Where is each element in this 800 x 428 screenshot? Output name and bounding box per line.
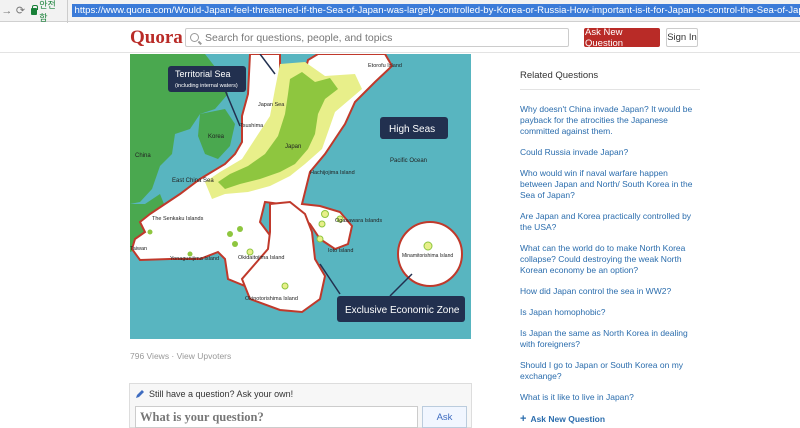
label-okidaitojima: Okidaitojima Island [238, 255, 284, 261]
label-senkaku: The Senkaku Islands [152, 216, 204, 222]
ask-box-heading: Still have a question? Ask your own! [135, 389, 293, 399]
related-question-link[interactable]: Is Japan the same as North Korea in deal… [520, 328, 700, 350]
ask-new-question-link[interactable]: + Ask New Question [520, 413, 700, 425]
ask-question-box: Still have a question? Ask your own! Wha… [129, 383, 472, 428]
ask-box-heading-text: Still have a question? Ask your own! [149, 389, 294, 399]
high-seas-label: High Seas [389, 124, 435, 135]
related-question-link[interactable]: Should I go to Japan or South Korea on m… [520, 360, 700, 382]
related-question-link[interactable]: What is it like to live in Japan? [520, 392, 700, 403]
related-question-link[interactable]: Why doesn't China invade Japan? It would… [520, 104, 700, 137]
pencil-icon [136, 390, 144, 398]
label-east-china-sea: East China Sea [172, 178, 214, 184]
plus-icon: + [520, 413, 527, 425]
related-question-link[interactable]: Who would win if naval warfare happen be… [520, 168, 700, 201]
question-input[interactable]: What is your question? [135, 406, 418, 428]
label-taiwan: Taiwan [130, 246, 147, 252]
label-hachijojima: Hachijojima Island [310, 170, 355, 176]
secure-indicator[interactable]: 안전함 [31, 0, 69, 24]
label-pacific-ocean: Pacific Ocean [390, 158, 427, 164]
label-japan: Japan [285, 144, 301, 150]
address-bar: → ⟳ 안전함 https://www.quora.com/Would-Japa… [0, 0, 800, 24]
label-japan-sea: Japan Sea [258, 102, 285, 108]
lock-icon [31, 5, 39, 15]
label-ioto: Ioto Island [328, 248, 353, 254]
label-tsushima: Tsushima [240, 123, 264, 129]
reload-icon[interactable]: ⟳ [14, 2, 28, 20]
label-korea: Korea [208, 134, 225, 140]
sign-in-button[interactable]: Sign In [666, 28, 698, 47]
search-icon [190, 33, 199, 42]
url-field[interactable]: https://www.quora.com/Would-Japan-feel-t… [72, 4, 800, 17]
label-etorofu: Etorofu Island [368, 63, 402, 69]
territorial-sea-label: Territorial Sea [175, 69, 231, 79]
label-yonagunijima: Yonagunijima Island [170, 256, 219, 262]
territorial-sea-sublabel: (including internal waters) [175, 83, 238, 89]
eez-map-image: Territorial Sea (including internal wate… [130, 54, 471, 339]
ask-button[interactable]: Ask [422, 406, 467, 428]
related-question-link[interactable]: What can the world do to make North Kore… [520, 243, 700, 276]
related-question-link[interactable]: How did Japan control the sea in WW2? [520, 286, 700, 297]
views-count[interactable]: 796 Views · View Upvoters [130, 351, 231, 361]
secure-label: 안전함 [39, 0, 56, 23]
label-okinotorishima: Okinotorishima Island [245, 296, 298, 302]
related-question-link[interactable]: Are Japan and Korea practically controll… [520, 211, 700, 233]
label-minamitorishima: Minamitorishima Island [402, 253, 453, 259]
related-question-link[interactable]: Could Russia invade Japan? [520, 147, 700, 158]
related-question-link[interactable]: Is Japan homophobic? [520, 307, 700, 318]
related-questions: Related Questions Why doesn't China inva… [520, 70, 700, 425]
label-ogasawara: Ogasawara Islands [335, 218, 382, 224]
site-header: Quora Ask New Question Sign In [0, 23, 800, 53]
search-input[interactable] [205, 31, 545, 44]
search-box[interactable] [185, 28, 569, 47]
quora-logo[interactable]: Quora [130, 27, 183, 49]
label-china: China [135, 153, 151, 159]
eez-label: Exclusive Economic Zone [345, 305, 460, 316]
ask-new-question-button[interactable]: Ask New Question [584, 27, 660, 49]
forward-arrow-icon[interactable]: → [0, 2, 14, 20]
related-questions-title: Related Questions [520, 70, 700, 90]
